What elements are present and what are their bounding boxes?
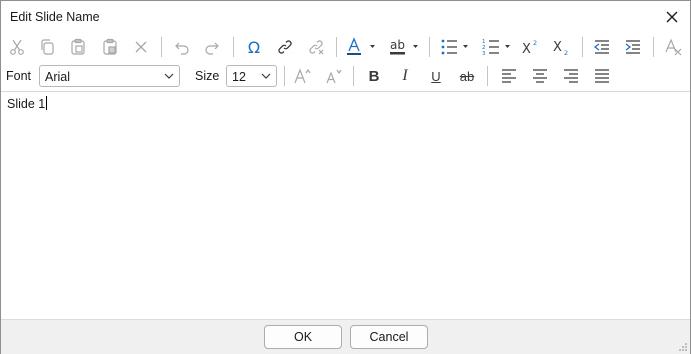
dialog-footer: OK Cancel (1, 319, 690, 354)
toolbar-separator (233, 37, 234, 57)
paste-special-icon[interactable] (98, 35, 122, 59)
ok-button[interactable]: OK (264, 325, 342, 349)
font-select[interactable]: Arial (39, 65, 180, 87)
svg-text:3: 3 (482, 51, 486, 57)
close-icon[interactable] (662, 7, 682, 27)
dialog-title: Edit Slide Name (10, 10, 100, 24)
copy-icon[interactable] (35, 35, 59, 59)
font-color-icon[interactable] (344, 35, 378, 59)
paste-icon[interactable] (66, 35, 90, 59)
toolbar-separator (353, 66, 354, 86)
underline-icon[interactable]: U (424, 64, 448, 88)
editor-text: Slide 1 (7, 97, 46, 111)
text-caret (46, 96, 48, 110)
edit-slide-name-dialog: Edit Slide Name Ω ab 1 2 3 X 2 X 2 Font … (0, 0, 691, 354)
superscript-icon[interactable]: X 2 (519, 35, 543, 59)
clear-icon[interactable] (129, 35, 153, 59)
italic-icon[interactable]: I (393, 64, 417, 88)
subscript-icon[interactable]: X 2 (550, 35, 574, 59)
chevron-down-icon (261, 73, 271, 79)
align-center-icon[interactable] (528, 64, 552, 88)
font-select-value: Arial (45, 70, 71, 84)
shrink-font-icon[interactable] (322, 64, 346, 88)
increase-indent-icon[interactable] (621, 35, 645, 59)
align-right-icon[interactable] (559, 64, 583, 88)
bulleted-list-icon[interactable] (437, 35, 471, 59)
highlight-color-icon[interactable]: ab (387, 35, 421, 59)
toolbar-separator (161, 37, 162, 57)
chevron-down-icon (164, 73, 174, 79)
svg-text:X: X (522, 42, 531, 56)
omega-symbol-icon[interactable]: Ω (242, 35, 266, 59)
undo-icon[interactable] (170, 35, 194, 59)
clear-formatting-icon[interactable] (662, 35, 686, 59)
bold-icon[interactable]: B (362, 64, 386, 88)
toolbar-separator (284, 66, 285, 86)
cancel-button[interactable]: Cancel (350, 325, 428, 349)
grow-font-icon[interactable] (291, 64, 315, 88)
cut-icon[interactable] (5, 35, 29, 59)
size-select[interactable]: 12 (226, 65, 277, 87)
unlink-icon[interactable] (304, 35, 328, 59)
svg-text:X: X (553, 40, 562, 55)
justify-icon[interactable] (590, 64, 614, 88)
redo-icon[interactable] (200, 35, 224, 59)
svg-text:ab: ab (390, 38, 405, 52)
toolbar-separator (582, 37, 583, 57)
formatting-toolbar-bottom: Font Arial Size 12 B I U ab (1, 61, 690, 91)
toolbar-separator (653, 37, 654, 57)
svg-text:2: 2 (564, 49, 568, 56)
numbered-list-icon[interactable]: 1 2 3 (479, 35, 513, 59)
link-icon[interactable] (273, 35, 297, 59)
font-label: Font (6, 69, 32, 83)
formatting-toolbar-top: Ω ab 1 2 3 X 2 X 2 (1, 32, 690, 62)
decrease-indent-icon[interactable] (590, 35, 614, 59)
toolbar-separator (487, 66, 488, 86)
title-bar: Edit Slide Name (1, 1, 690, 33)
strikethrough-icon[interactable]: ab (455, 64, 479, 88)
editor-content: Slide 1 (7, 96, 48, 111)
size-select-value: 12 (232, 70, 246, 84)
size-label: Size (195, 69, 220, 83)
toolbar-separator (429, 37, 430, 57)
toolbar-separator (336, 37, 337, 57)
slide-name-editor[interactable]: Slide 1 (1, 91, 690, 320)
svg-text:2: 2 (533, 39, 537, 47)
align-left-icon[interactable] (497, 64, 521, 88)
resize-grip-icon[interactable] (678, 342, 688, 352)
